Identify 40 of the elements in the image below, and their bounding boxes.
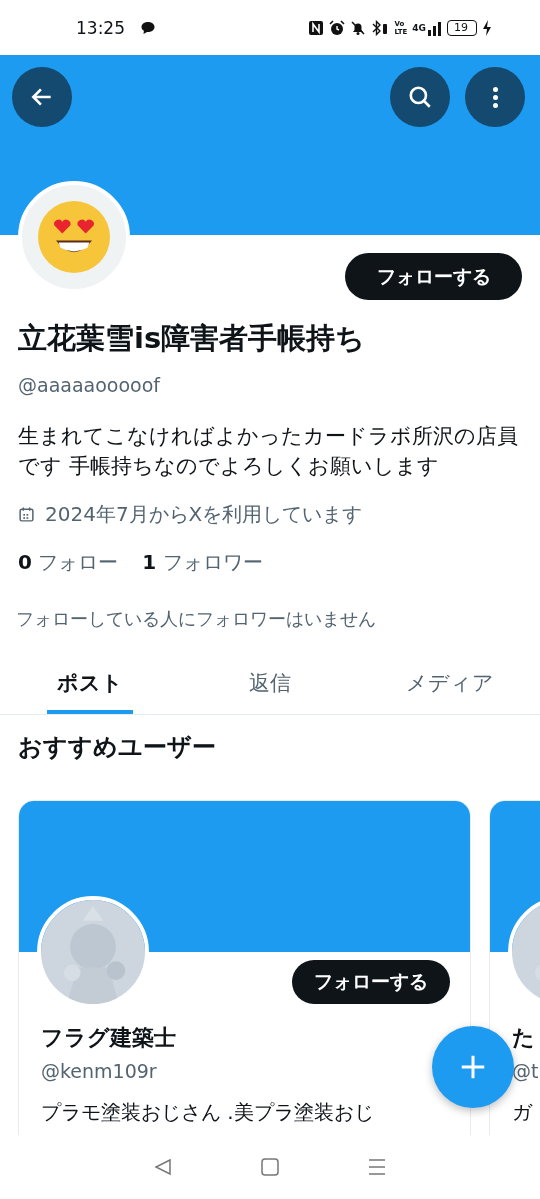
profile-handle: @aaaaaooooof [18, 373, 162, 397]
more-options-button[interactable] [465, 67, 525, 127]
user-handle: @t [511, 1059, 540, 1083]
compose-button[interactable] [432, 1026, 514, 1108]
back-button[interactable] [12, 67, 72, 127]
bluetooth-icon [371, 19, 390, 36]
search-icon [407, 84, 433, 110]
signal-icon [428, 19, 442, 36]
charging-icon [482, 19, 492, 36]
followers-link[interactable]: 1 フォロワー [142, 549, 263, 575]
user-handle: @kenm109r [40, 1059, 158, 1083]
calendar-icon [18, 505, 35, 523]
user-name: フラグ建築士 [40, 1024, 177, 1052]
profile-bio: 生まれてこなければよかったカードラボ所沢の店員です 手帳持ちなのでよろしくお願いします [18, 423, 519, 480]
user-name: た [511, 1024, 536, 1052]
home-nav-icon[interactable] [260, 1157, 280, 1177]
battery-indicator: 19 [447, 19, 477, 36]
following-link[interactable]: 0 フォロー [18, 549, 119, 575]
section-title: おすすめユーザー [17, 732, 217, 762]
user-bio: プラモ塗装おじさん .美プラ塗装おじ [40, 1099, 375, 1125]
back-nav-icon[interactable] [153, 1157, 174, 1177]
menu-nav-icon[interactable] [366, 1157, 387, 1177]
status-time: 13:25 [76, 17, 125, 38]
nfc-icon [308, 19, 325, 36]
profile-tab[interactable]: メディア [360, 656, 540, 714]
follow-button[interactable]: フォローする [292, 960, 450, 1004]
network-label: 4G [412, 22, 426, 33]
follow-button[interactable]: フォローする [345, 253, 522, 300]
alarm-icon [329, 19, 346, 36]
profile-tab[interactable]: ポスト [0, 656, 180, 714]
profile-name: 立花葉雪is障害者手帳持ち [18, 320, 367, 356]
chat-icon [140, 19, 156, 36]
search-button[interactable] [390, 67, 450, 127]
user-bio: ガ [511, 1099, 534, 1125]
mutual-followers-note: フォローしている人にフォロワーはいません [16, 608, 377, 630]
bell-off-icon [350, 19, 367, 36]
heart-eyes-emoji-icon [38, 201, 110, 273]
join-date: 2024年7月からXを利用しています [45, 501, 363, 527]
more-options-icon [492, 86, 498, 108]
profile-tab[interactable]: 返信 [180, 656, 360, 714]
